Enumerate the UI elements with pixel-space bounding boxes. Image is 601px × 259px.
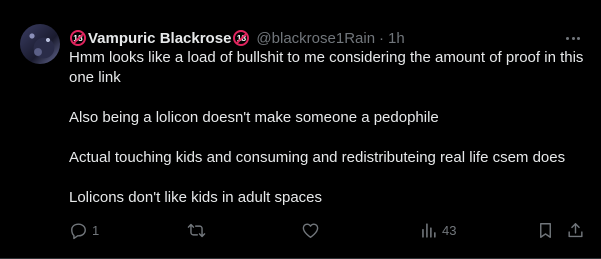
view-count: 43 <box>442 222 457 238</box>
age-18-badge-icon: 18 <box>70 30 86 46</box>
like-icon <box>302 222 319 238</box>
reply-count: 1 <box>92 222 100 238</box>
more-options-icon[interactable] <box>563 28 583 48</box>
bookmark-icon <box>540 222 551 238</box>
display-name[interactable]: Vampuric Blackrose <box>88 30 231 47</box>
reply-button[interactable]: 1 <box>69 221 99 240</box>
post-paragraph: Lolicons don't like kids in adult spaces <box>69 189 323 206</box>
post-text: Hmm looks like a load of bullshit to me … <box>69 48 589 228</box>
repost-button[interactable] <box>187 221 210 240</box>
views-icon <box>422 222 436 238</box>
views-button[interactable]: 43 <box>419 221 456 240</box>
action-bar: 1 43 <box>69 219 589 241</box>
timestamp[interactable]: 1h <box>388 30 405 47</box>
share-icon <box>568 222 583 237</box>
like-button[interactable] <box>301 221 324 240</box>
bookmark-button[interactable] <box>536 221 555 240</box>
post-paragraph: Actual touching kids and consuming and r… <box>69 149 566 166</box>
reply-icon <box>71 222 86 239</box>
post-paragraph: Hmm looks like a load of bullshit to me … <box>69 49 584 86</box>
post[interactable]: 18 Vampuric Blackrose 18 @blackrose1Rain… <box>0 0 601 259</box>
post-paragraph: Also being a lolicon doesn't make someon… <box>69 109 439 126</box>
user-handle[interactable]: @blackrose1Rain <box>256 30 375 47</box>
post-header: 18 Vampuric Blackrose 18 @blackrose1Rain… <box>69 28 405 48</box>
share-button[interactable] <box>566 221 585 240</box>
age-18-badge-icon: 18 <box>233 30 250 46</box>
repost-icon <box>187 223 206 237</box>
separator: · <box>379 29 385 47</box>
avatar[interactable] <box>20 24 60 64</box>
